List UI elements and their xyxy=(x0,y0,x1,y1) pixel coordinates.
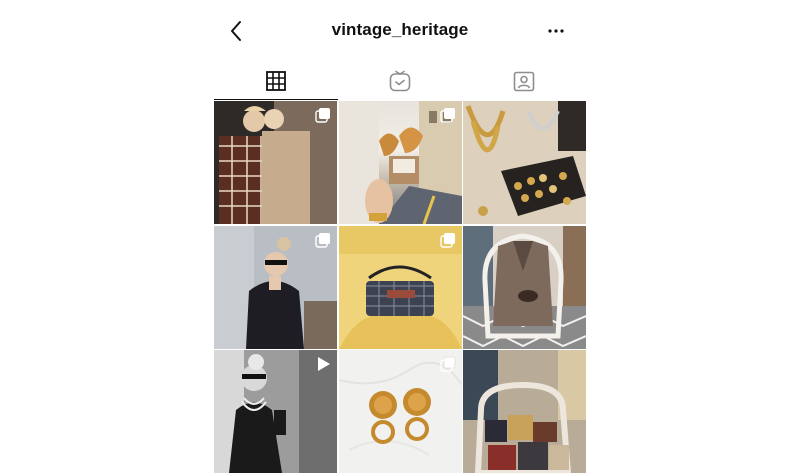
carousel-icon xyxy=(439,232,455,248)
profile-username: vintage_heritage xyxy=(331,20,469,39)
video-play-icon xyxy=(318,357,330,371)
profile-tabs xyxy=(214,62,586,100)
photo-image xyxy=(463,101,586,224)
post-thumbnail[interactable] xyxy=(463,225,586,349)
more-options-button[interactable] xyxy=(544,22,568,40)
tab-tagged[interactable] xyxy=(462,62,586,100)
grid-icon xyxy=(266,71,286,91)
post-thumbnail[interactable] xyxy=(338,225,462,349)
photo-image xyxy=(463,225,586,349)
posts-grid xyxy=(214,101,586,473)
carousel-icon xyxy=(315,108,330,123)
post-thumbnail[interactable] xyxy=(463,350,586,473)
header: vintage_heritage xyxy=(214,0,586,62)
back-button[interactable] xyxy=(224,18,248,44)
chevron-left-icon xyxy=(231,21,241,41)
carousel-icon xyxy=(439,108,455,123)
post-thumbnail[interactable] xyxy=(338,101,462,224)
photo-image xyxy=(463,350,586,473)
carousel-icon xyxy=(315,232,330,248)
profile-screen: vintage_heritage xyxy=(214,0,586,474)
igtv-icon xyxy=(389,70,411,92)
ellipsis-icon xyxy=(548,29,564,33)
post-thumbnail[interactable] xyxy=(214,101,337,224)
post-thumbnail[interactable] xyxy=(214,350,337,473)
post-thumbnail[interactable] xyxy=(338,350,462,473)
post-thumbnail[interactable] xyxy=(463,101,586,224)
tab-igtv[interactable] xyxy=(338,62,462,100)
post-thumbnail[interactable] xyxy=(214,225,337,349)
tagged-user-icon xyxy=(513,71,535,92)
carousel-icon xyxy=(439,356,455,372)
tab-posts-grid[interactable] xyxy=(214,62,338,100)
